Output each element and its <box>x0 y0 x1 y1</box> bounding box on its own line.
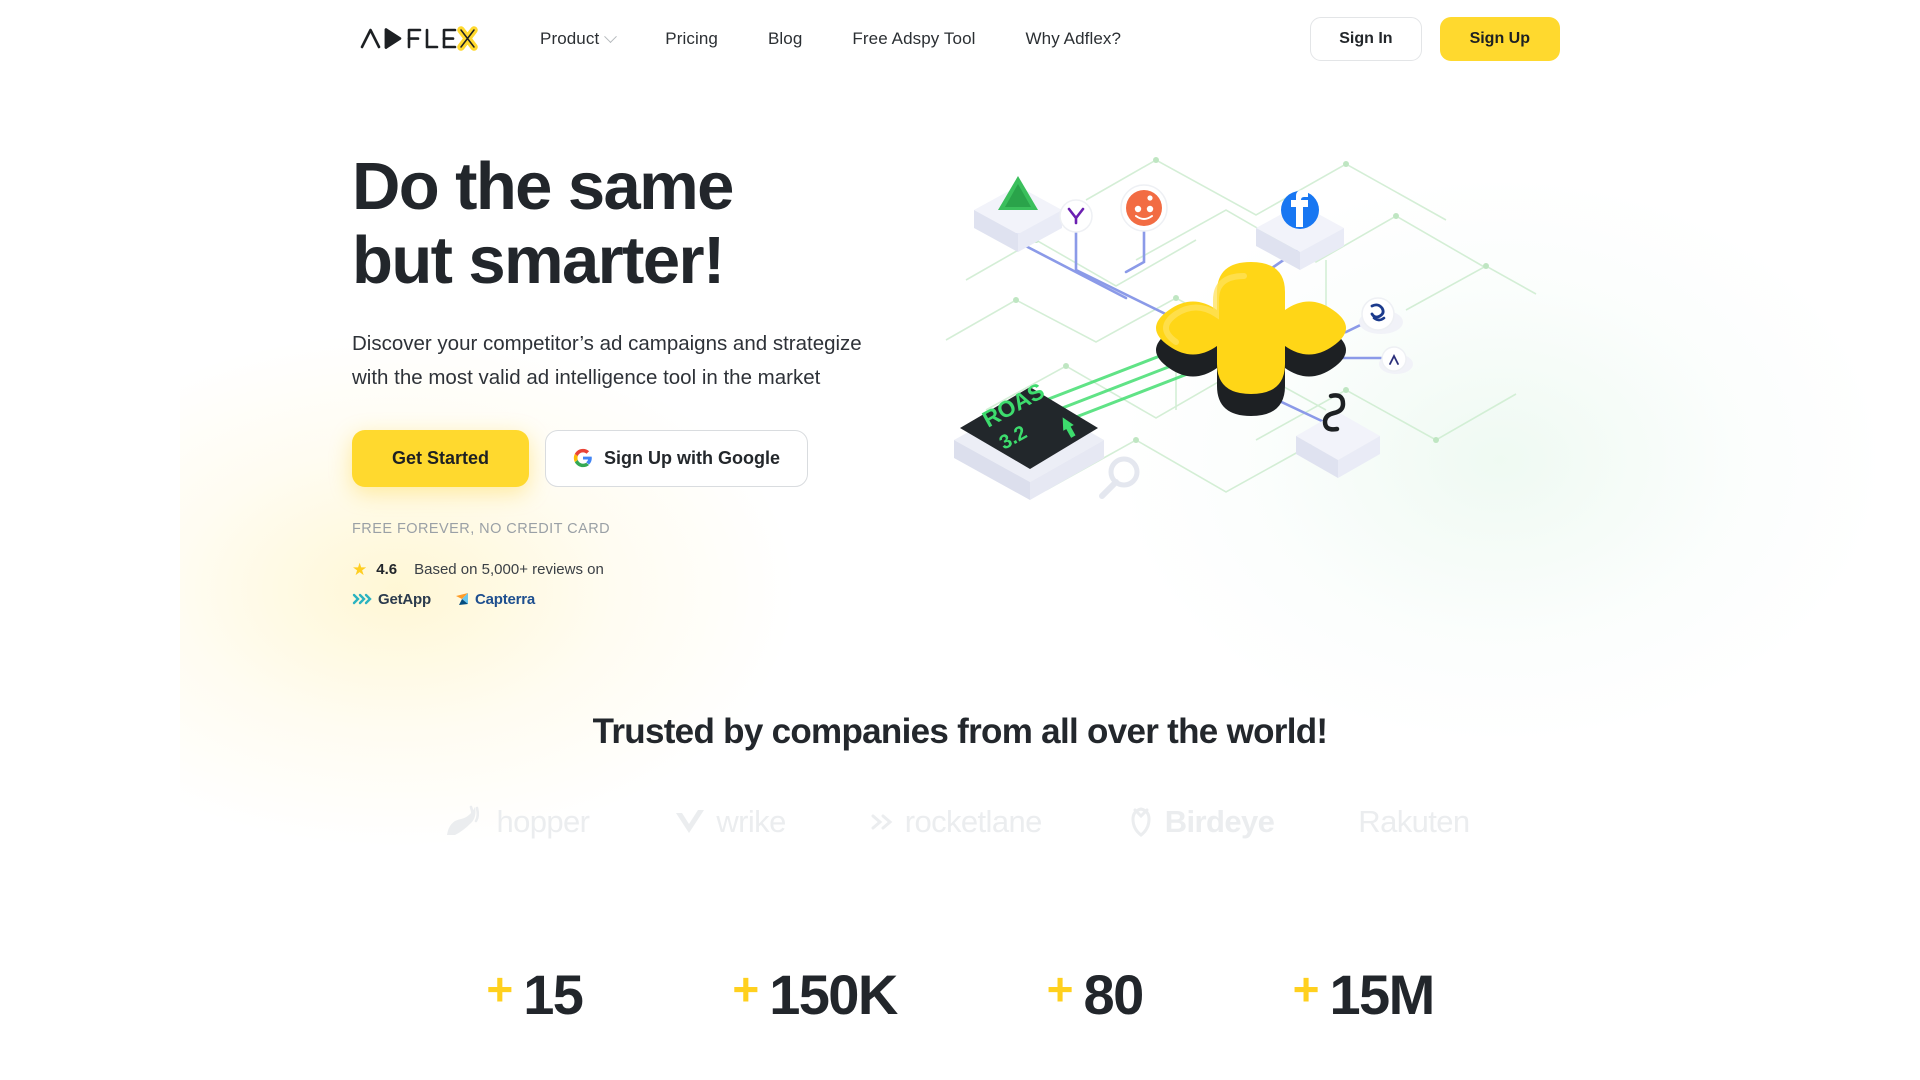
nav-item-product[interactable]: Product <box>540 29 618 49</box>
hero-section: Do the same but smarter! Discover your c… <box>0 150 1920 608</box>
sign-up-with-google-button[interactable]: Sign Up with Google <box>545 429 809 487</box>
stat-item: + 150K <box>732 962 898 1026</box>
review-source-logos: GetApp Capterra <box>352 591 912 608</box>
reddit-orange-icon <box>1120 184 1168 232</box>
google-g-icon <box>573 449 592 468</box>
chevron-down-icon <box>604 29 618 43</box>
client-logo-rakuten-label: Rakuten <box>1358 803 1470 839</box>
nav-label-product: Product <box>540 29 600 48</box>
yahoo-purple-icon <box>1059 199 1093 233</box>
client-logo-birdeye[interactable]: Birdeye <box>1126 804 1275 840</box>
nav-item-pricing[interactable]: Pricing <box>665 29 718 49</box>
trusted-by-title: Trusted by companies from all over the w… <box>592 711 1328 751</box>
star-icon: ★ <box>352 559 368 579</box>
client-logo-rocketlane-label: rocketlane <box>904 803 1043 839</box>
capterra-label: Capterra <box>474 590 536 608</box>
auth-button-group: Sign In Sign Up <box>1310 17 1560 61</box>
free-forever-note: FREE FOREVER, NO CREDIT CARD <box>352 520 611 537</box>
get-started-button[interactable]: Get Started <box>352 429 530 487</box>
rating-score: 4.6 <box>376 560 398 578</box>
stat-value: 15M <box>1329 962 1436 1026</box>
rocketlane-chevrons-icon <box>871 814 893 830</box>
rating-description: Based on 5,000+ reviews on <box>414 560 604 578</box>
hero-title-line-1: Do the same <box>352 149 734 224</box>
stat-item: + 15 <box>486 962 584 1026</box>
stat-plus-sign: + <box>1292 962 1320 1015</box>
birdeye-bird-icon <box>1131 807 1151 837</box>
rating-row: ★ 4.6 Based on 5,000+ reviews on <box>352 561 912 578</box>
bing-badge-icon <box>1359 297 1403 334</box>
adroll-green-triangle-icon <box>974 176 1062 252</box>
yellow-plus-cross <box>1156 262 1346 416</box>
wrike-check-icon <box>676 809 705 833</box>
hero-cta-row: Get Started Sign Up with Google <box>352 429 912 487</box>
stat-plus-sign: + <box>486 962 514 1015</box>
page-title: Do the same but smarter! <box>352 150 912 297</box>
hero-title-line-2: but smarter! <box>352 222 725 298</box>
hero-subtitle: Discover your competitor’s ad campaigns … <box>352 332 862 389</box>
stat-value: 150K <box>769 962 898 1026</box>
stat-plus-sign: + <box>1046 962 1074 1015</box>
client-logo-birdeye-label: Birdeye <box>1164 803 1275 839</box>
tiktok-note-icon <box>1379 346 1413 374</box>
client-logo-wrike-label: wrike <box>716 803 786 839</box>
stat-item: + 15M <box>1292 962 1436 1026</box>
capterra-badge[interactable]: Capterra <box>455 591 535 608</box>
capterra-arrow-icon <box>455 593 468 606</box>
nav-label-why-adflex: Why Adflex? <box>1025 29 1122 48</box>
hopper-bunny-icon <box>447 805 480 835</box>
client-logo-rakuten[interactable]: Rakuten <box>1358 804 1478 840</box>
hero-copy-column: Do the same but smarter! Discover your c… <box>352 150 912 608</box>
client-logo-hopper[interactable]: hopper <box>441 803 590 840</box>
adflex-logo-icon <box>360 26 478 51</box>
magnifier-icon <box>1099 456 1140 499</box>
sign-up-button[interactable]: Sign Up <box>1439 17 1560 61</box>
google-button-label: Sign Up with Google <box>604 447 781 468</box>
getapp-label: GetApp <box>378 590 431 608</box>
client-logo-row: hopper wrike rocketlane Birdeye Rakuten <box>0 804 1920 840</box>
roas-metric-tile: ROAS 3.2 <box>954 377 1104 500</box>
getapp-chevrons-icon <box>352 594 372 605</box>
brand-logo[interactable] <box>360 22 478 56</box>
nav-item-blog[interactable]: Blog <box>768 29 802 49</box>
stat-value: 80 <box>1083 962 1145 1026</box>
client-logo-rocketlane[interactable]: rocketlane <box>870 804 1042 840</box>
trusted-by-section: Trusted by companies from all over the w… <box>0 712 1920 840</box>
snapchat-icon <box>1296 393 1380 478</box>
isometric-adflex-network-illustration: ROAS 3.2 <box>945 157 1537 500</box>
stat-plus-sign: + <box>732 962 760 1015</box>
getapp-badge[interactable]: GetApp <box>352 591 431 608</box>
main-navigation: Product Pricing Blog Free Adspy Tool Why… <box>540 29 1310 49</box>
stats-section: + 15 + 150K + 80 + 15M <box>0 962 1920 1026</box>
stat-item: + 80 <box>1046 962 1145 1026</box>
nav-label-pricing: Pricing <box>665 29 718 48</box>
stat-value: 15 <box>523 962 584 1026</box>
client-logo-wrike[interactable]: wrike <box>673 803 786 840</box>
hero-illustration-column: ROAS 3.2 <box>926 150 1800 530</box>
nav-item-free-adspy-tool[interactable]: Free Adspy Tool <box>852 29 975 49</box>
nav-item-why-adflex[interactable]: Why Adflex? <box>1026 29 1122 49</box>
nav-label-free-adspy-tool: Free Adspy Tool <box>852 29 976 48</box>
facebook-blue-icon <box>1256 190 1344 270</box>
nav-label-blog: Blog <box>767 29 803 48</box>
sign-in-button[interactable]: Sign In <box>1310 17 1422 61</box>
client-logo-hopper-label: hopper <box>496 803 590 839</box>
site-header: Product Pricing Blog Free Adspy Tool Why… <box>0 0 1920 78</box>
